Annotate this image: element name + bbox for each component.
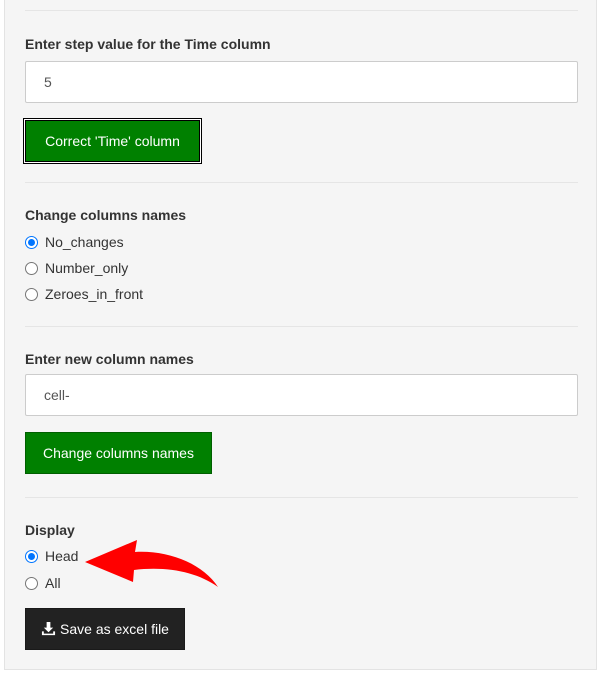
radio-button-checked[interactable] bbox=[25, 549, 38, 563]
step-value-input[interactable] bbox=[25, 61, 578, 103]
radio-button[interactable] bbox=[25, 576, 38, 590]
step-value-label: Enter step value for the Time column bbox=[25, 36, 271, 52]
radio-label: Number_only bbox=[45, 260, 129, 276]
save-as-excel-button[interactable]: Save as excel file bbox=[25, 608, 185, 650]
download-icon bbox=[41, 622, 56, 636]
red-curved-arrow-icon bbox=[85, 540, 218, 587]
divider bbox=[25, 326, 578, 327]
correct-time-column-button[interactable]: Correct 'Time' column bbox=[25, 120, 200, 162]
radio-button-checked[interactable] bbox=[25, 235, 38, 249]
radio-button[interactable] bbox=[25, 261, 38, 275]
new-column-names-input[interactable] bbox=[25, 374, 578, 416]
change-columns-names-label: Change columns names bbox=[25, 207, 187, 223]
radio-option-head[interactable]: Head bbox=[25, 546, 78, 566]
sidebar-panel: Enter step value for the Time column Cor… bbox=[4, 0, 597, 670]
radio-option-no-changes[interactable]: No_changes bbox=[25, 232, 124, 252]
new-column-names-label: Enter new column names bbox=[25, 351, 194, 367]
save-button-label: Save as excel file bbox=[60, 621, 169, 637]
divider bbox=[25, 182, 578, 183]
radio-option-zeroes-in-front[interactable]: Zeroes_in_front bbox=[25, 284, 143, 304]
radio-label: All bbox=[45, 575, 61, 591]
radio-label: No_changes bbox=[45, 234, 124, 250]
divider bbox=[25, 10, 578, 11]
change-columns-names-button[interactable]: Change columns names bbox=[25, 432, 212, 474]
radio-option-number-only[interactable]: Number_only bbox=[25, 258, 128, 278]
display-label: Display bbox=[25, 522, 75, 538]
divider bbox=[25, 497, 578, 498]
radio-option-all[interactable]: All bbox=[25, 573, 61, 593]
radio-label: Head bbox=[45, 548, 79, 564]
radio-label: Zeroes_in_front bbox=[45, 286, 144, 302]
radio-button[interactable] bbox=[25, 287, 38, 301]
